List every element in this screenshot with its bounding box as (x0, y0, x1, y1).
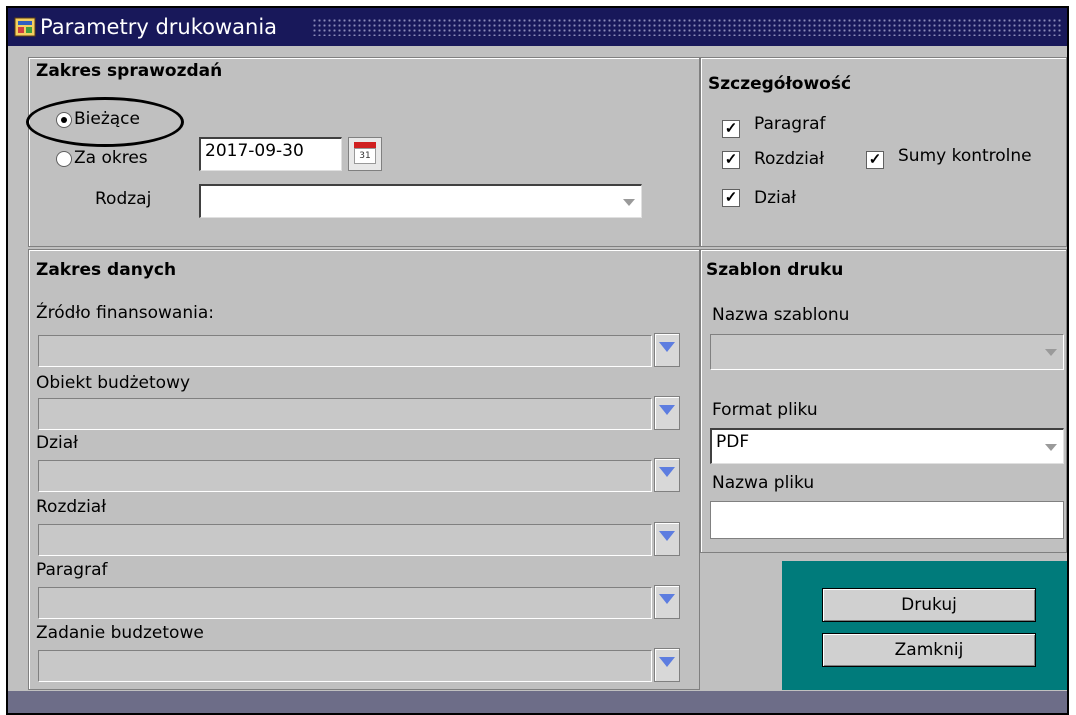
checkbox-sumy-kontrolne[interactable]: ✓ (866, 151, 884, 169)
checkbox-rozdzial-label[interactable]: Rozdział (754, 149, 824, 169)
paragraf-field[interactable] (38, 587, 652, 619)
zrodlo-label: Źródło finansowania: (36, 303, 214, 323)
radio-biezace[interactable] (56, 112, 72, 128)
zrodlo-field[interactable] (38, 335, 652, 367)
triangle-down-icon (659, 342, 675, 352)
chevron-down-icon (623, 198, 635, 206)
radio-biezace-label[interactable]: Bieżące (74, 109, 140, 129)
obiekt-lov-button[interactable] (654, 396, 680, 430)
triangle-down-icon (659, 531, 675, 541)
triangle-down-icon (659, 405, 675, 415)
obiekt-label: Obiekt budżetowy (36, 373, 191, 393)
paragraf-label: Paragraf (36, 560, 108, 580)
rozdzial-lov-button[interactable] (654, 522, 680, 556)
zakres-sprawozdan-title: Zakres sprawozdań (36, 61, 223, 81)
print-parameters-window: Parametry drukowania Zakres sprawozdań B… (6, 6, 1069, 715)
title-bar: Parametry drukowania (8, 8, 1067, 46)
checkbox-dzial[interactable]: ✓ (722, 189, 740, 207)
button-panel (782, 561, 1067, 690)
format-pliku-select[interactable]: PDF (710, 428, 1064, 464)
rozdzial-field[interactable] (38, 524, 652, 556)
nazwa-pliku-label: Nazwa pliku (712, 473, 815, 493)
rozdzial-label: Rozdział (36, 497, 107, 517)
radio-za-okres-label[interactable]: Za okres (74, 148, 148, 168)
szczegolowosc-title: Szczegółowość (708, 74, 852, 94)
nazwa-pliku-input[interactable] (710, 501, 1064, 539)
triangle-down-icon (659, 594, 675, 604)
nazwa-szablonu-label: Nazwa szablonu (712, 305, 850, 325)
dzial-lov-button[interactable] (654, 458, 680, 492)
calendar-button[interactable]: 31 (348, 137, 382, 171)
checkbox-paragraf[interactable]: ✓ (722, 120, 740, 138)
checkbox-dzial-label[interactable]: Dział (754, 188, 796, 208)
date-field[interactable]: 2017-09-30 (199, 137, 342, 171)
chevron-down-icon (1045, 349, 1057, 356)
app-icon (14, 17, 36, 37)
zakres-danych-title: Zakres danych (36, 260, 177, 280)
print-button[interactable]: Drukuj (822, 588, 1036, 622)
dzial-field[interactable] (38, 460, 652, 492)
zadanie-lov-button[interactable] (654, 648, 680, 682)
format-pliku-value: PDF (716, 432, 750, 452)
nazwa-szablonu-select[interactable] (710, 334, 1064, 370)
checkbox-rozdzial[interactable]: ✓ (722, 151, 740, 169)
dzial-label: Dział (36, 433, 78, 453)
radio-za-okres[interactable] (56, 151, 72, 167)
triangle-down-icon (659, 657, 675, 667)
checkbox-sumy-kontrolne-label[interactable]: Sumy kontrolne (898, 146, 1032, 166)
calendar-day: 31 (354, 148, 376, 164)
zrodlo-lov-button[interactable] (654, 333, 680, 367)
paragraf-lov-button[interactable] (654, 585, 680, 619)
close-button[interactable]: Zamknij (822, 633, 1036, 667)
format-pliku-label: Format pliku (712, 400, 818, 420)
triangle-down-icon (659, 467, 675, 477)
title-bar-pattern (312, 18, 1063, 36)
rodzaj-label: Rodzaj (95, 189, 152, 209)
zadanie-label: Zadanie budzetowe (36, 623, 204, 643)
chevron-down-icon (1045, 443, 1057, 451)
zadanie-field[interactable] (38, 650, 652, 682)
rodzaj-select[interactable] (199, 184, 642, 218)
status-bar (8, 691, 1067, 713)
window-title: Parametry drukowania (40, 15, 278, 39)
szablon-title: Szablon druku (706, 260, 844, 280)
obiekt-field[interactable] (38, 398, 652, 430)
checkbox-paragraf-label[interactable]: Paragraf (754, 114, 826, 134)
